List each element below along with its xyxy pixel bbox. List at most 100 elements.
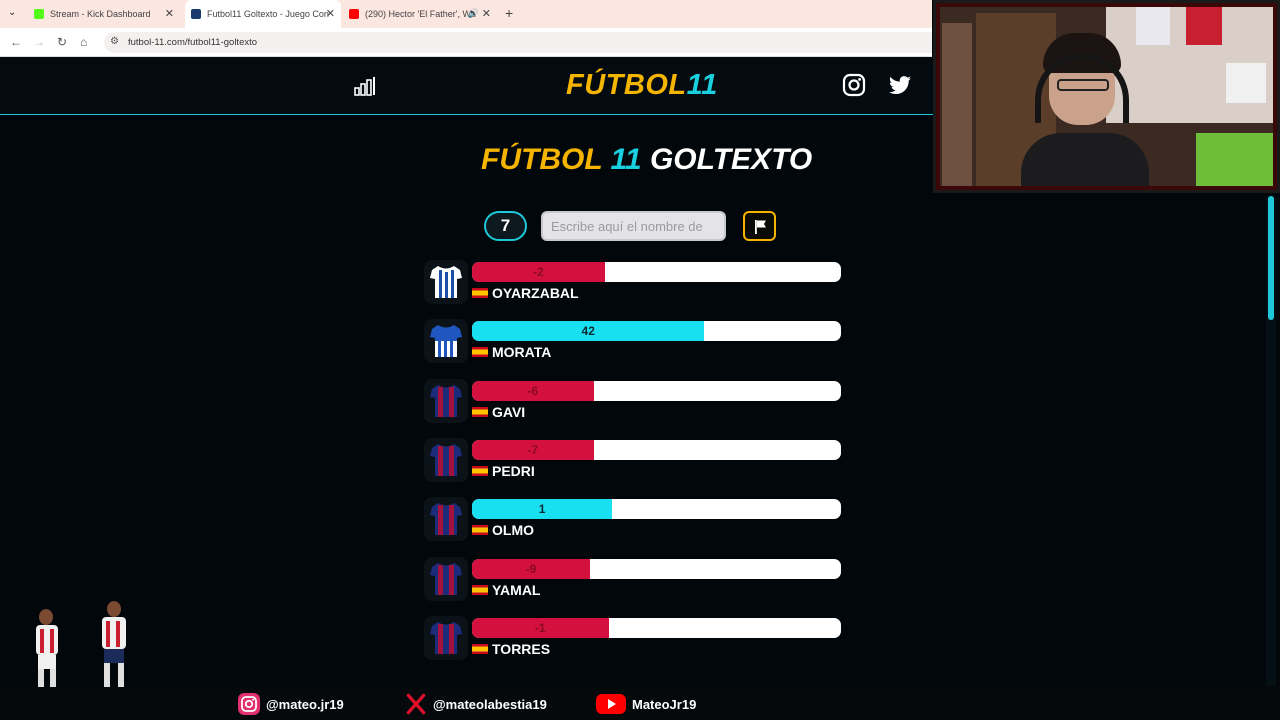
- player-name: GAVI: [472, 404, 525, 420]
- guess-row: -6 GAVI: [424, 378, 844, 423]
- tab-futbol11[interactable]: Futbol11 Goltexto - Juego Con ✕: [185, 0, 341, 28]
- spain-flag-icon: [472, 406, 488, 417]
- instagram-handle: @mateo.jr19: [266, 696, 344, 712]
- jersey-icon: [424, 378, 468, 423]
- proximity-bar: -6: [472, 380, 841, 401]
- guess-score: -1: [534, 620, 546, 635]
- title-part-3: GOLTEXTO: [649, 143, 813, 176]
- url-input[interactable]: ⚙ futbol-11.com/futbol11-goltexto: [104, 32, 932, 53]
- guess-score: 1: [538, 502, 546, 517]
- youtube-handle: MateoJr19: [632, 696, 697, 712]
- spain-flag-icon: [472, 584, 488, 595]
- kick-favicon-icon: [34, 9, 44, 19]
- proximity-bar: 1: [472, 499, 841, 520]
- player-name-text: GAVI: [492, 403, 526, 420]
- player-name-text: OLMO: [492, 522, 534, 539]
- guess-score: 42: [581, 324, 595, 339]
- jersey-icon: [424, 497, 468, 542]
- player-name: MORATA: [472, 344, 551, 360]
- player-name: OLMO: [472, 522, 534, 538]
- guess-row: 42 MORATA: [424, 319, 844, 364]
- logo-text: FÚTBOL: [566, 69, 687, 101]
- flag-icon: [755, 220, 766, 234]
- tab-title: (290) Hector 'El Father', Wa: [365, 9, 476, 19]
- new-tab-icon[interactable]: +: [505, 5, 513, 21]
- spain-flag-icon: [472, 525, 488, 536]
- proximity-bar: 42: [472, 321, 841, 342]
- spain-flag-icon: [472, 288, 488, 298]
- player-name-text: YAMAL: [492, 581, 541, 598]
- instagram-icon[interactable]: [842, 73, 866, 97]
- site-info-icon[interactable]: ⚙: [110, 36, 119, 47]
- spain-flag-icon: [472, 465, 488, 476]
- tab-search-icon[interactable]: ⌄: [8, 7, 20, 19]
- back-icon[interactable]: ←: [10, 35, 22, 49]
- guess-row: 1 OLMO: [424, 497, 844, 542]
- tab-youtube[interactable]: (290) Hector 'El Father', Wa 🔊 ✕: [347, 0, 497, 28]
- address-bar: ← → ↻ ⌂ ⚙ futbol-11.com/futbol11-goltext…: [0, 28, 932, 57]
- stats-icon[interactable]: [354, 76, 376, 96]
- logo-number: 11: [686, 69, 718, 101]
- scrollbar-thumb[interactable]: [1268, 196, 1274, 320]
- x-logo-icon: [406, 693, 426, 715]
- guess-row: -1 TORRES: [424, 615, 844, 660]
- player-search-input[interactable]: [541, 211, 726, 241]
- stream-footer: @mateo.jr19 @mateolabestia19 MateoJr19: [0, 687, 1280, 720]
- proximity-bar: -9: [472, 558, 841, 579]
- proximity-bar: -2: [472, 262, 841, 282]
- jersey-icon: [424, 260, 468, 304]
- tab-title: Stream - Kick Dashboard: [50, 9, 151, 19]
- give-up-button[interactable]: [743, 211, 776, 241]
- guess-row: -2 OYARZABAL: [424, 260, 844, 304]
- site-logo[interactable]: FÚTBOL11: [566, 69, 718, 102]
- proximity-bar: -7: [472, 439, 841, 460]
- twitter-icon[interactable]: [888, 75, 912, 97]
- close-tab-icon[interactable]: ✕: [326, 8, 335, 20]
- jersey-icon: [424, 615, 468, 660]
- webcam-overlay: [933, 0, 1280, 193]
- spain-flag-icon: [472, 347, 488, 358]
- title-part-1: FÚTBOL: [481, 143, 603, 176]
- browser-tab-bar: ⌄ Stream - Kick Dashboard ✕ Futbol11 Gol…: [0, 0, 932, 28]
- home-icon[interactable]: ⌂: [80, 35, 87, 49]
- tab-title: Futbol11 Goltexto - Juego Con: [207, 9, 329, 19]
- screen: ⌄ Stream - Kick Dashboard ✕ Futbol11 Gol…: [0, 0, 1280, 720]
- instagram-icon: [238, 693, 260, 715]
- guess-score: -2: [533, 265, 544, 279]
- footer-x: @mateolabestia19: [405, 693, 547, 715]
- tab-kick-dashboard[interactable]: Stream - Kick Dashboard ✕: [30, 0, 180, 28]
- footer-youtube: MateoJr19: [596, 693, 696, 715]
- player-name: TORRES: [472, 641, 550, 657]
- player-name-text: PEDRI: [492, 462, 535, 479]
- footer-instagram: @mateo.jr19: [238, 693, 344, 715]
- guess-row: -7 PEDRI: [424, 437, 844, 482]
- player-name-text: MORATA: [492, 344, 552, 361]
- forward-icon[interactable]: →: [33, 35, 45, 49]
- player-name: PEDRI: [472, 463, 535, 479]
- jersey-icon: [424, 319, 468, 364]
- x-handle: @mateolabestia19: [433, 696, 547, 712]
- youtube-icon: [596, 694, 626, 714]
- player-name: OYARZABAL: [472, 285, 579, 301]
- jersey-icon: [424, 437, 468, 482]
- page-title: FÚTBOL 11 GOLTEXTO: [481, 143, 812, 177]
- guess-row: -9 YAMAL: [424, 556, 844, 601]
- close-tab-icon[interactable]: ✕: [165, 8, 174, 20]
- guess-score: -7: [527, 442, 539, 457]
- audio-icon[interactable]: 🔊: [468, 8, 479, 19]
- spain-flag-icon: [472, 643, 488, 654]
- close-tab-icon[interactable]: ✕: [482, 8, 491, 20]
- player-name-text: OYARZABAL: [492, 285, 579, 301]
- guess-score: -9: [525, 561, 537, 576]
- proximity-bar: -1: [472, 617, 841, 638]
- player-name: YAMAL: [472, 582, 541, 598]
- youtube-favicon-icon: [349, 9, 359, 19]
- page-scrollbar[interactable]: [1266, 196, 1276, 686]
- reload-icon[interactable]: ↻: [57, 35, 67, 49]
- title-part-2: 11: [610, 143, 642, 176]
- futbol11-favicon-icon: [191, 9, 201, 19]
- player-name-text: TORRES: [492, 640, 551, 657]
- jersey-icon: [424, 556, 468, 601]
- url-text: futbol-11.com/futbol11-goltexto: [128, 37, 258, 48]
- guess-score: -6: [527, 383, 539, 398]
